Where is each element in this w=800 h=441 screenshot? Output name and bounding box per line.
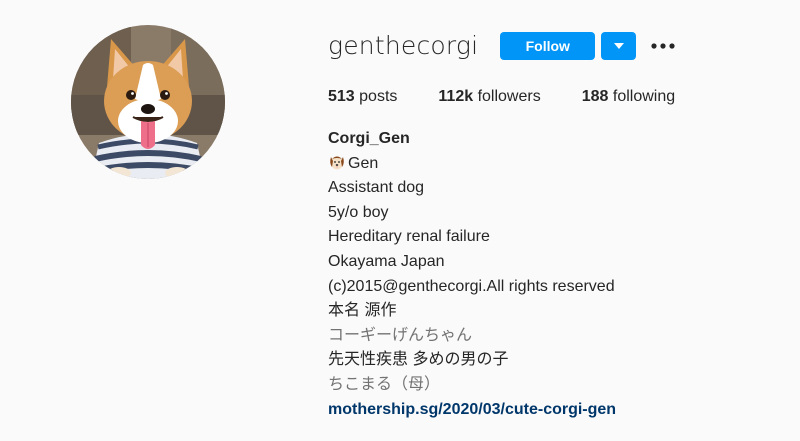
profile-page: genthecorgi Follow 513 posts 112k follow… [0, 0, 800, 441]
dog-face-icon [330, 156, 344, 170]
bio-line-8: コーギーげんちゃん [328, 326, 473, 344]
more-options-button[interactable] [649, 32, 677, 60]
followers-stat[interactable]: 112k followers [438, 86, 540, 108]
corgi-photo [71, 25, 225, 179]
followers-label: followers [477, 88, 541, 105]
following-stat[interactable]: 188 following [582, 86, 675, 108]
suggestions-dropdown-button[interactable] [601, 32, 637, 60]
bio-line-gen-text: Gen [348, 154, 379, 172]
following-count: 188 [581, 88, 609, 105]
bio-line-10: ちこまる（母） [328, 375, 441, 393]
chevron-down-icon [613, 43, 624, 49]
bio-website-link[interactable]: mothership.sg/2020/03/cute-corgi-gen [328, 401, 616, 418]
bio-line-gen: Gen [328, 152, 616, 177]
bio-line-6: (c)2015@genthecorgi.All rights reserved [328, 277, 615, 295]
more-options-icon [651, 43, 675, 49]
posts-stat[interactable]: 513 posts [328, 86, 397, 108]
bio-line-9: 先天性疾患 多めの男の子 [328, 351, 509, 369]
profile-avatar[interactable] [71, 25, 225, 179]
bio-line-3: 5y/o boy [328, 203, 389, 221]
bio-line-7: 本名 源作 [328, 302, 397, 320]
posts-label: posts [359, 88, 398, 105]
profile-bio: Corgi_Gen Gen Assistant dog 5y/o boy Her… [328, 127, 616, 422]
profile-username: genthecorgi [328, 31, 479, 60]
follow-button[interactable]: Follow [500, 32, 596, 60]
bio-line-2: Assistant dog [328, 179, 425, 197]
following-label: following [612, 88, 676, 105]
profile-stats: 513 posts 112k followers 188 following [328, 86, 716, 108]
bio-line-5: Okayama Japan [328, 252, 445, 270]
posts-count: 513 [328, 88, 355, 105]
bio-line-4: Hereditary renal failure [328, 228, 490, 246]
followers-count: 112k [438, 88, 474, 105]
profile-full-name: Corgi_Gen [328, 130, 410, 147]
profile-header: genthecorgi Follow [328, 28, 677, 64]
